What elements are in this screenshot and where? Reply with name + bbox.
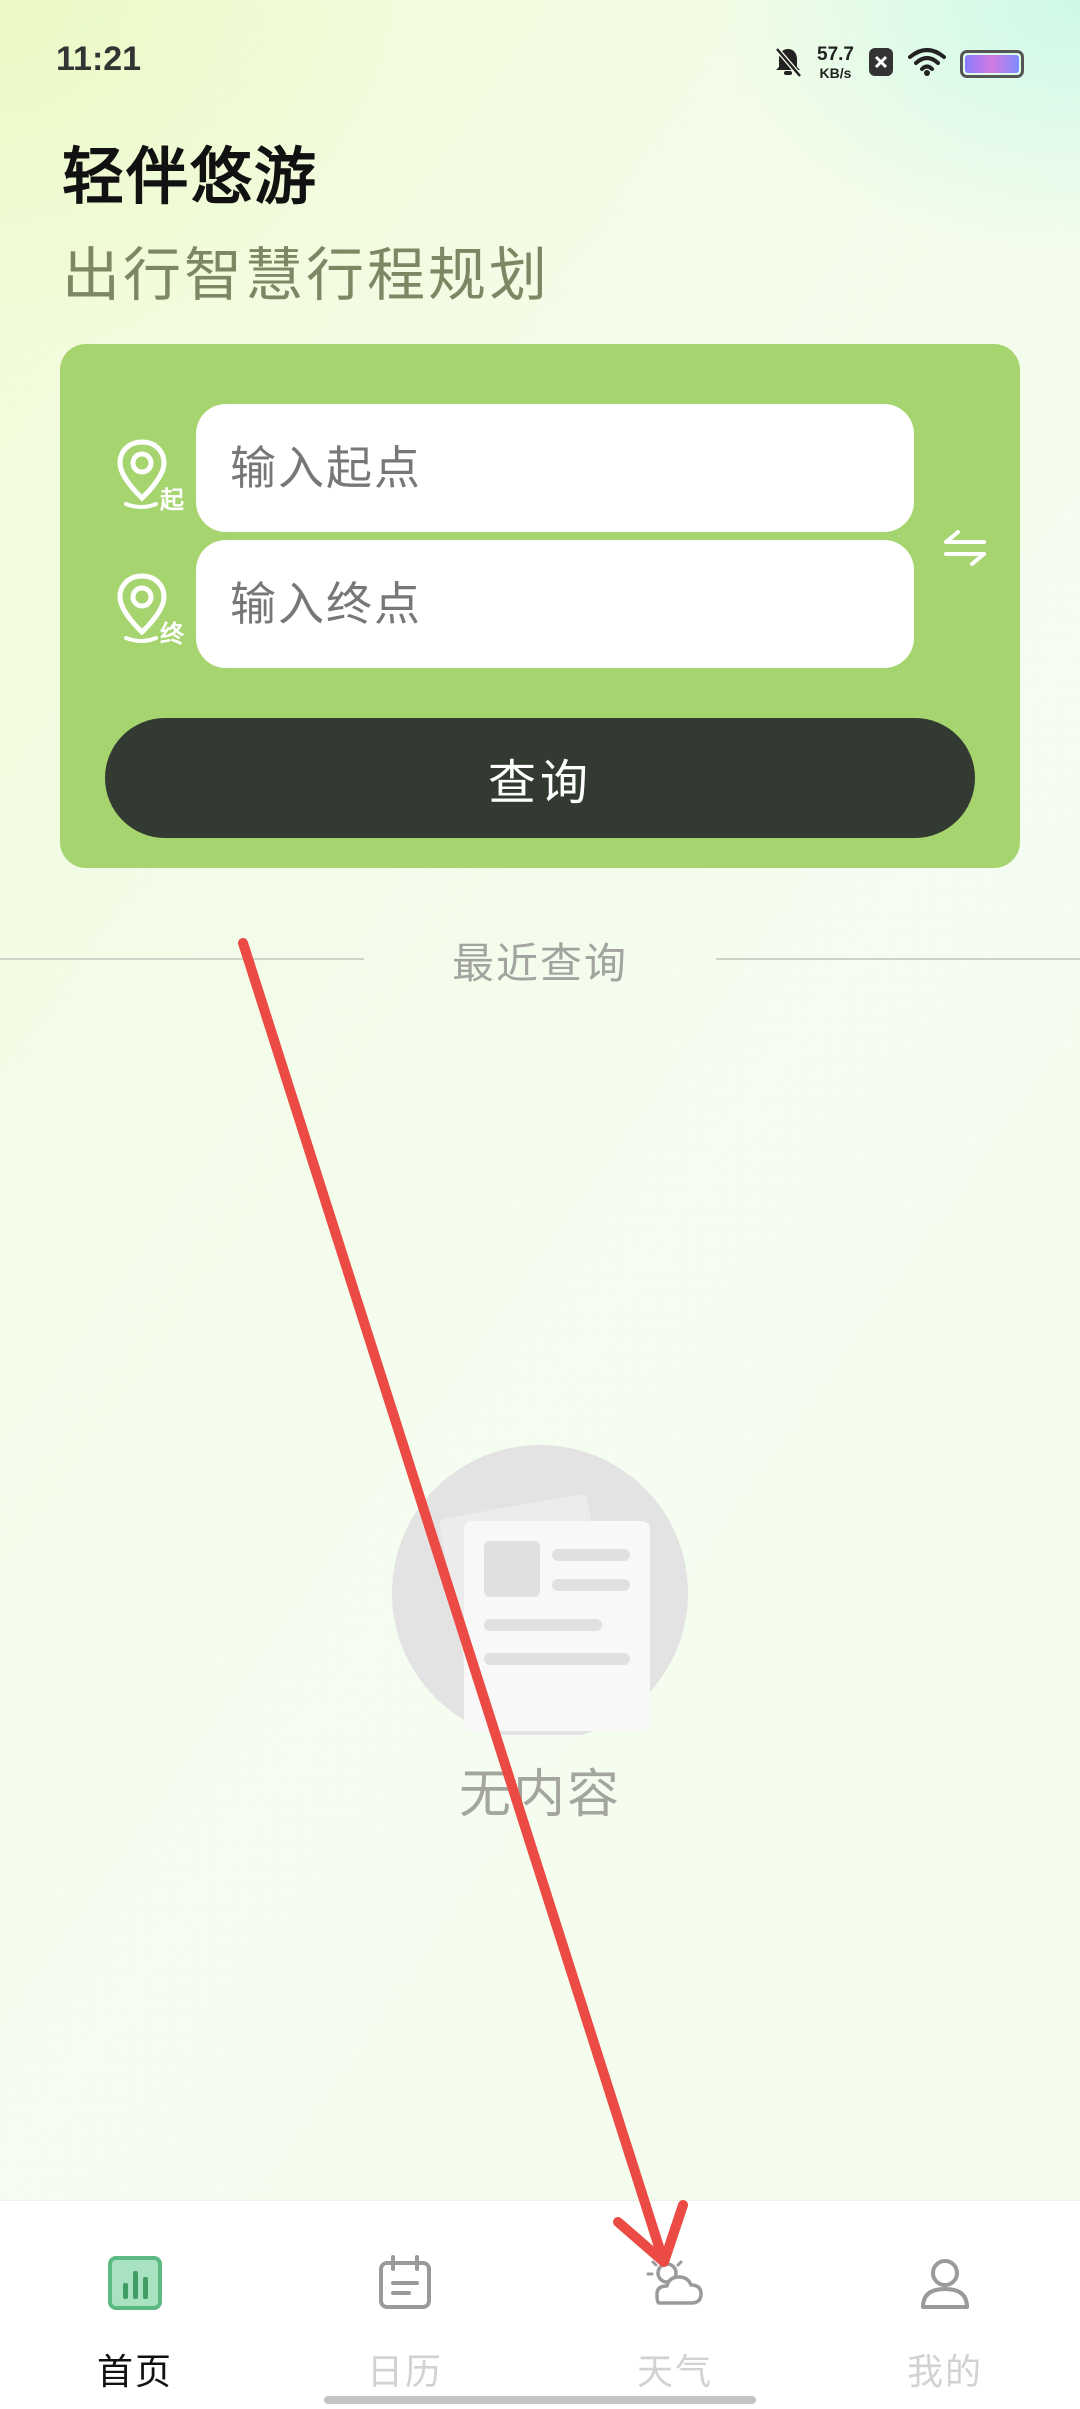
- nav-item-profile[interactable]: 我的: [810, 2201, 1080, 2409]
- battery-level: [965, 55, 1019, 73]
- swap-arrows-icon: [944, 530, 986, 566]
- start-location-icon: 起: [116, 438, 185, 514]
- start-field[interactable]: [196, 404, 914, 532]
- app-subtitle: 出行智慧行程规划: [62, 241, 551, 309]
- nav-item-weather[interactable]: 天气: [540, 2201, 810, 2409]
- end-field[interactable]: [196, 540, 914, 668]
- nav-item-home[interactable]: 首页: [0, 2201, 270, 2409]
- wifi-icon: [908, 47, 946, 81]
- end-badge: 终: [160, 620, 185, 648]
- status-icons: 57.7 KB/s: [773, 36, 1024, 92]
- nav-label-calendar: 日历: [366, 2352, 443, 2393]
- network-speed-unit: KB/s: [819, 65, 852, 81]
- end-location-icon: 终: [116, 572, 185, 648]
- empty-state-text: 无内容: [458, 1765, 621, 1825]
- nav-label-weather: 天气: [636, 2352, 713, 2393]
- weather-icon: [645, 2253, 705, 2313]
- bar-chart-icon: [105, 2253, 165, 2313]
- start-badge: 起: [159, 486, 185, 514]
- empty-document-icon: [392, 1445, 692, 1741]
- network-speed: 57.7 KB/s: [817, 44, 854, 82]
- status-time: 11:21: [56, 40, 142, 78]
- swap-button[interactable]: [920, 508, 1010, 588]
- network-speed-value: 57.7: [817, 44, 854, 65]
- end-input[interactable]: [228, 576, 914, 632]
- app-title: 轻伴悠游: [62, 140, 319, 213]
- bottom-nav: 首页 日历 天气 我的: [0, 2200, 1080, 2409]
- battery-icon: [960, 50, 1024, 78]
- nav-label-profile: 我的: [906, 2352, 983, 2393]
- recent-queries-label: 最近查询: [451, 939, 628, 988]
- nav-item-calendar[interactable]: 日历: [270, 2201, 540, 2409]
- status-bar: 11:21 57.7 KB/s: [0, 0, 1080, 120]
- nav-label-home: 首页: [96, 2352, 173, 2393]
- query-button[interactable]: 查询: [105, 718, 975, 838]
- calendar-icon: [375, 2253, 435, 2313]
- home-indicator: [324, 2396, 756, 2404]
- user-icon: [915, 2253, 975, 2313]
- close-box-icon: [868, 47, 894, 81]
- start-input[interactable]: [228, 440, 914, 496]
- route-search-card: 起 终 查询: [60, 344, 1020, 868]
- mute-bell-icon: [773, 46, 803, 82]
